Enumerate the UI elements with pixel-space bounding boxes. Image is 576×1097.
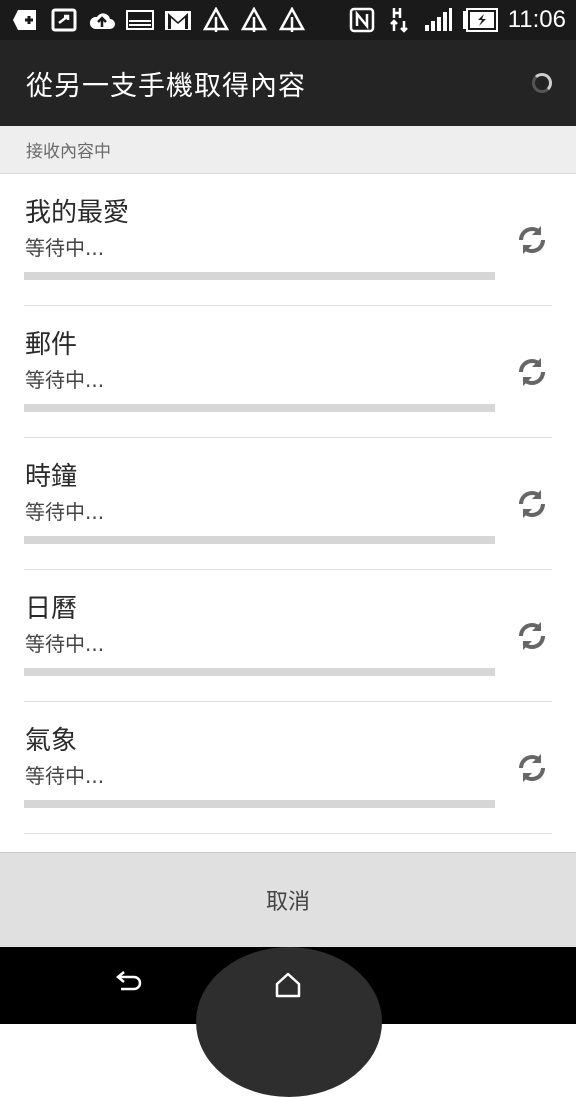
- list-item: 郵件 等待中...: [24, 306, 552, 438]
- page-title: 從另一支手機取得內容: [26, 70, 306, 102]
- clock: 11:06: [507, 6, 566, 33]
- sync-icon: [514, 618, 550, 654]
- progress-bar: [24, 668, 495, 676]
- item-status: 等待中...: [25, 764, 105, 788]
- progress-bar: [24, 536, 495, 544]
- progress-bar: [24, 272, 495, 280]
- cloud-upload-icon: [88, 7, 116, 33]
- item-title: 日曆: [25, 594, 78, 624]
- item-status: 等待中...: [25, 236, 105, 260]
- home-icon[interactable]: [266, 965, 310, 1005]
- status-bar: 11:06: [0, 0, 576, 40]
- system-icons: 11:06: [348, 6, 566, 34]
- section-header-label: 接收內容中: [26, 142, 111, 162]
- nfc-icon: [348, 7, 376, 33]
- loading-spinner-icon: [532, 73, 552, 93]
- back-icon[interactable]: [106, 965, 150, 1005]
- section-header: 接收內容中: [0, 126, 576, 174]
- item-status: 等待中...: [25, 500, 105, 524]
- content-list: 我的最愛 等待中... 郵件 等待中... 時鐘 等待中... 日曆 等待中..…: [0, 174, 576, 852]
- item-title: 我的最愛: [25, 198, 130, 228]
- screen-rotation-icon: [50, 7, 78, 33]
- tree-icon: [240, 7, 268, 33]
- sync-icon: [514, 750, 550, 786]
- battery-charging-icon: [462, 7, 498, 33]
- item-title: 氣象: [25, 726, 78, 756]
- progress-bar: [24, 404, 495, 412]
- list-item: 時鐘 等待中...: [24, 438, 552, 570]
- progress-bar: [24, 800, 495, 808]
- item-status: 等待中...: [25, 368, 105, 392]
- tree-icon: [278, 7, 306, 33]
- add-box-icon: [12, 7, 40, 33]
- sync-icon: [514, 486, 550, 522]
- list-item: 日曆 等待中...: [24, 570, 552, 702]
- cancel-button[interactable]: 取消: [0, 853, 576, 947]
- item-status: 等待中...: [25, 632, 105, 656]
- gallery-icon: [126, 7, 154, 33]
- action-bar: 從另一支手機取得內容: [0, 40, 576, 126]
- bottom-button-bar: 取消: [0, 852, 576, 947]
- notification-icons: [12, 7, 306, 33]
- cell-signal-icon: [424, 7, 452, 33]
- item-title: 郵件: [25, 330, 78, 360]
- item-title: 時鐘: [25, 462, 78, 492]
- sync-icon: [514, 222, 550, 258]
- tree-icon: [202, 7, 230, 33]
- gmail-icon: [164, 7, 192, 33]
- list-item: 我的最愛 等待中...: [24, 174, 552, 306]
- sync-icon: [514, 354, 550, 390]
- signal-hplus-icon: [386, 7, 414, 33]
- navigation-bar: [0, 947, 576, 1097]
- list-item: 氣象 等待中...: [24, 702, 552, 834]
